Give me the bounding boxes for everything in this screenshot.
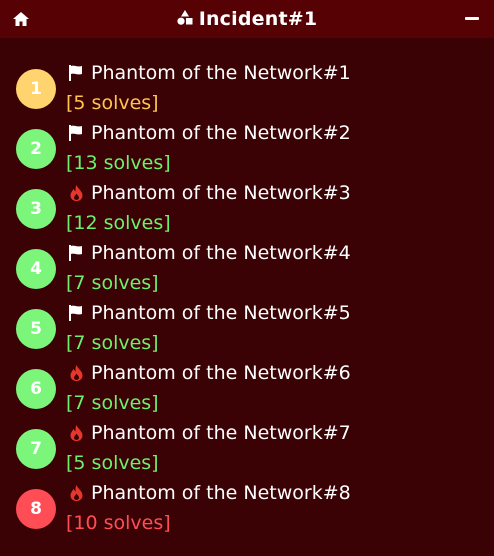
rank-badge: 2 [16, 129, 56, 169]
solve-count: [12 solves] [66, 212, 171, 234]
rank-badge: 8 [16, 489, 56, 529]
challenge-name-line: Phantom of the Network#7 [68, 422, 351, 444]
challenge-row[interactable]: 4 Phantom of the Network#4 [7 solves] [0, 238, 494, 298]
flag-icon [68, 124, 84, 142]
flag-icon [68, 244, 84, 262]
challenge-name-line: Phantom of the Network#2 [68, 122, 351, 144]
challenge-name-line: Phantom of the Network#3 [68, 182, 351, 204]
solve-count: [10 solves] [66, 512, 171, 534]
challenge-name[interactable]: Phantom of the Network#8 [91, 482, 351, 504]
challenge-name-line: Phantom of the Network#4 [68, 242, 351, 264]
challenge-row[interactable]: 6 Phantom of the Network#6 [7 solves] [0, 358, 494, 418]
rank-badge: 4 [16, 249, 56, 289]
fire-icon [68, 184, 84, 202]
shapes-icon [177, 9, 193, 29]
challenge-name[interactable]: Phantom of the Network#3 [91, 182, 351, 204]
challenge-name-line: Phantom of the Network#6 [68, 362, 351, 384]
window-title: Incident#1 [198, 8, 318, 30]
fire-icon [68, 364, 84, 382]
challenge-name[interactable]: Phantom of the Network#1 [91, 62, 351, 84]
rank-badge: 5 [16, 309, 56, 349]
challenge-name[interactable]: Phantom of the Network#5 [91, 302, 351, 324]
flag-icon [68, 304, 84, 322]
solve-count: [7 solves] [66, 272, 159, 294]
challenge-list: 1 Phantom of the Network#1 [5 solves] 2 Phan… [0, 58, 494, 538]
challenge-row[interactable]: 3 Phantom of the Network#3 [12 solves] [0, 178, 494, 238]
rank-badge: 3 [16, 189, 56, 229]
rank-badge: 7 [16, 429, 56, 469]
challenge-row[interactable]: 5 Phantom of the Network#5 [7 solves] [0, 298, 494, 358]
challenge-row[interactable]: 1 Phantom of the Network#1 [5 solves] [0, 58, 494, 118]
challenge-name[interactable]: Phantom of the Network#7 [91, 422, 351, 444]
challenge-name-line: Phantom of the Network#5 [68, 302, 351, 324]
challenge-name-line: Phantom of the Network#1 [68, 62, 351, 84]
solve-count: [13 solves] [66, 152, 171, 174]
challenge-name[interactable]: Phantom of the Network#6 [91, 362, 351, 384]
flag-icon [68, 64, 84, 82]
window-title-group: Incident#1 [177, 8, 318, 30]
challenge-row[interactable]: 7 Phantom of the Network#7 [5 solves] [0, 418, 494, 478]
rank-badge: 6 [16, 369, 56, 409]
fire-icon [68, 484, 84, 502]
challenge-row[interactable]: 2 Phantom of the Network#2 [13 solves] [0, 118, 494, 178]
rank-badge: 1 [16, 69, 56, 109]
challenge-row[interactable]: 8 Phantom of the Network#8 [10 solves] [0, 478, 494, 538]
challenge-name[interactable]: Phantom of the Network#4 [91, 242, 351, 264]
solve-count: [5 solves] [66, 92, 159, 114]
home-icon[interactable] [12, 10, 30, 28]
fire-icon [68, 424, 84, 442]
solve-count: [7 solves] [66, 392, 159, 414]
solve-count: [7 solves] [66, 332, 159, 354]
solve-count: [5 solves] [66, 452, 159, 474]
challenge-name[interactable]: Phantom of the Network#2 [91, 122, 351, 144]
minimize-icon[interactable] [464, 10, 480, 28]
title-bar: Incident#1 [0, 0, 494, 38]
incident-window: Incident#1 1 Phantom of the Network#1 [5 s… [0, 0, 494, 556]
challenge-name-line: Phantom of the Network#8 [68, 482, 351, 504]
